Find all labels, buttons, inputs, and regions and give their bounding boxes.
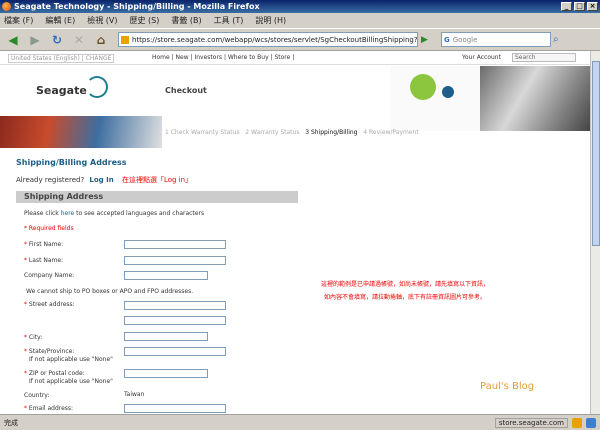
step-shipping-billing: 3 Shipping/Billing: [305, 129, 358, 136]
menu-help[interactable]: 說明 (H): [255, 15, 286, 26]
country-value: Taiwan: [124, 391, 145, 398]
zip-field[interactable]: [124, 369, 208, 378]
company-name-label: Company Name:: [24, 272, 75, 279]
state-note: If not applicable use "None": [29, 356, 113, 363]
login-link[interactable]: Log In: [89, 176, 113, 184]
stop-button[interactable]: ✕: [70, 32, 88, 48]
google-icon: G: [444, 35, 450, 44]
close-button[interactable]: ×: [587, 2, 598, 11]
forward-button[interactable]: ▶: [26, 32, 44, 48]
checkout-steps: 1 Check Warranty Status 2 Warranty Statu…: [165, 129, 419, 136]
minimize-button[interactable]: _: [561, 2, 572, 11]
navigation-toolbar: ◀ ▶ ↻ ✕ ⌂ https://store.seagate.com/weba…: [0, 29, 600, 51]
menu-file[interactable]: 檔案 (F): [4, 15, 33, 26]
seagate-logo[interactable]: Seagate: [0, 66, 148, 116]
reload-button[interactable]: ↻: [48, 32, 66, 48]
laptop-photo: [0, 116, 162, 148]
menu-history[interactable]: 歷史 (S): [130, 15, 160, 26]
firefox-icon: [2, 2, 11, 11]
search-box[interactable]: G Google: [441, 32, 551, 47]
step-review-payment: 4 Review/Payment: [363, 129, 419, 136]
site-search-input[interactable]: Search: [512, 53, 576, 62]
scrollbar-thumb[interactable]: [592, 61, 600, 246]
green-circle-graphic: [410, 74, 436, 100]
vertical-scrollbar[interactable]: [590, 51, 600, 414]
last-name-field[interactable]: [124, 256, 226, 265]
logo-swirl-icon: [86, 76, 108, 98]
login-annotation: 在這裡點選「Log in」: [121, 176, 193, 184]
email-field[interactable]: [124, 404, 226, 413]
shipping-address-header: Shipping Address: [16, 191, 298, 203]
step-warranty-status: 2 Warranty Status: [245, 129, 300, 136]
top-navigation[interactable]: Home | New | Investors | Where to Buy | …: [152, 54, 294, 61]
url-bar[interactable]: https://store.seagate.com/webapp/wcs/sto…: [118, 32, 418, 47]
already-registered-row: Already registered? Log In 在這裡點選「Log in」: [16, 175, 192, 185]
here-link[interactable]: here: [61, 210, 75, 217]
blog-watermark: Paul's Blog: [480, 381, 535, 392]
required-fields-note: * Required fields: [24, 225, 74, 232]
site-favicon-icon: [121, 35, 129, 44]
logo-text: Seagate: [36, 84, 87, 97]
go-button[interactable]: ▶: [421, 33, 433, 47]
menu-view[interactable]: 檢視 (V): [87, 15, 117, 26]
last-name-label: * Last Name:: [24, 257, 64, 264]
page-title: Shipping/Billing Address: [16, 158, 127, 167]
locale-selector[interactable]: United States (English) | CHANGE: [8, 54, 115, 63]
home-button[interactable]: ⌂: [92, 32, 110, 48]
site-top-bar: United States (English) | CHANGE Home | …: [0, 51, 590, 65]
annotation-line-1: 這裡的範例是已申請過帳號，如尚未帳號，請先填寫以下資訊，: [320, 281, 489, 288]
company-name-field[interactable]: [124, 271, 208, 280]
zip-note: If not applicable use "None": [29, 378, 113, 385]
street-address-field-1[interactable]: [124, 301, 226, 310]
menu-edit[interactable]: 編輯 (E): [45, 15, 75, 26]
first-name-field[interactable]: [124, 240, 226, 249]
already-registered-text: Already registered?: [16, 176, 85, 184]
menu-bar: 檔案 (F) 編輯 (E) 檢視 (V) 歷史 (S) 書籤 (B) 工具 (T…: [0, 13, 600, 29]
window-title: Seagate Technology - Shipping/Billing - …: [14, 2, 260, 11]
street-address-field-2[interactable]: [124, 316, 226, 325]
menu-tools[interactable]: 工具 (T): [214, 15, 244, 26]
url-text: https://store.seagate.com/webapp/wcs/sto…: [132, 35, 418, 44]
language-note: Please click here to see accepted langua…: [24, 210, 204, 217]
po-box-note: We cannot ship to PO boxes or APO and FP…: [26, 288, 194, 295]
status-bar: 完成 store.seagate.com: [0, 414, 600, 430]
menu-bookmarks[interactable]: 書籤 (B): [171, 15, 201, 26]
your-account-link[interactable]: Your Account: [462, 54, 501, 61]
maximize-button[interactable]: □: [574, 2, 585, 11]
search-icon[interactable]: ⌕: [553, 34, 559, 45]
back-button[interactable]: ◀: [4, 32, 22, 48]
page-viewport: United States (English) | CHANGE Home | …: [0, 51, 590, 414]
email-label: * Email address:: [24, 405, 74, 412]
blog-annotation: 這裡的範例是已申請過帳號，如尚未帳號，請先填寫以下資訊， 如內容不會填寫，請拉動…: [300, 278, 510, 304]
window-titlebar: Seagate Technology - Shipping/Billing - …: [0, 0, 600, 13]
banner-photo: [480, 66, 590, 131]
state-field[interactable]: [124, 347, 226, 356]
city-label: * City:: [24, 334, 43, 341]
please-click-text: Please click: [24, 210, 59, 217]
banner-image: [390, 66, 590, 131]
lock-icon[interactable]: [572, 417, 582, 428]
see-languages-text: to see accepted languages and characters: [76, 210, 205, 217]
status-domain: store.seagate.com: [494, 417, 568, 428]
addon-icon[interactable]: [586, 417, 596, 428]
street-address-label: * Street address:: [24, 301, 75, 308]
status-text: 完成: [4, 418, 18, 427]
city-field[interactable]: [124, 332, 208, 341]
blue-circle-graphic: [442, 86, 454, 98]
first-name-label: * First Name:: [24, 241, 64, 248]
country-label: Country:: [24, 392, 50, 399]
search-placeholder: Google: [452, 35, 478, 44]
annotation-line-2: 如內容不會填寫，請拉動捲軸，底下有註冊資訊圖片可參考。: [323, 294, 486, 301]
checkout-heading: Checkout: [165, 86, 207, 95]
step-check-warranty: 1 Check Warranty Status: [165, 129, 240, 136]
